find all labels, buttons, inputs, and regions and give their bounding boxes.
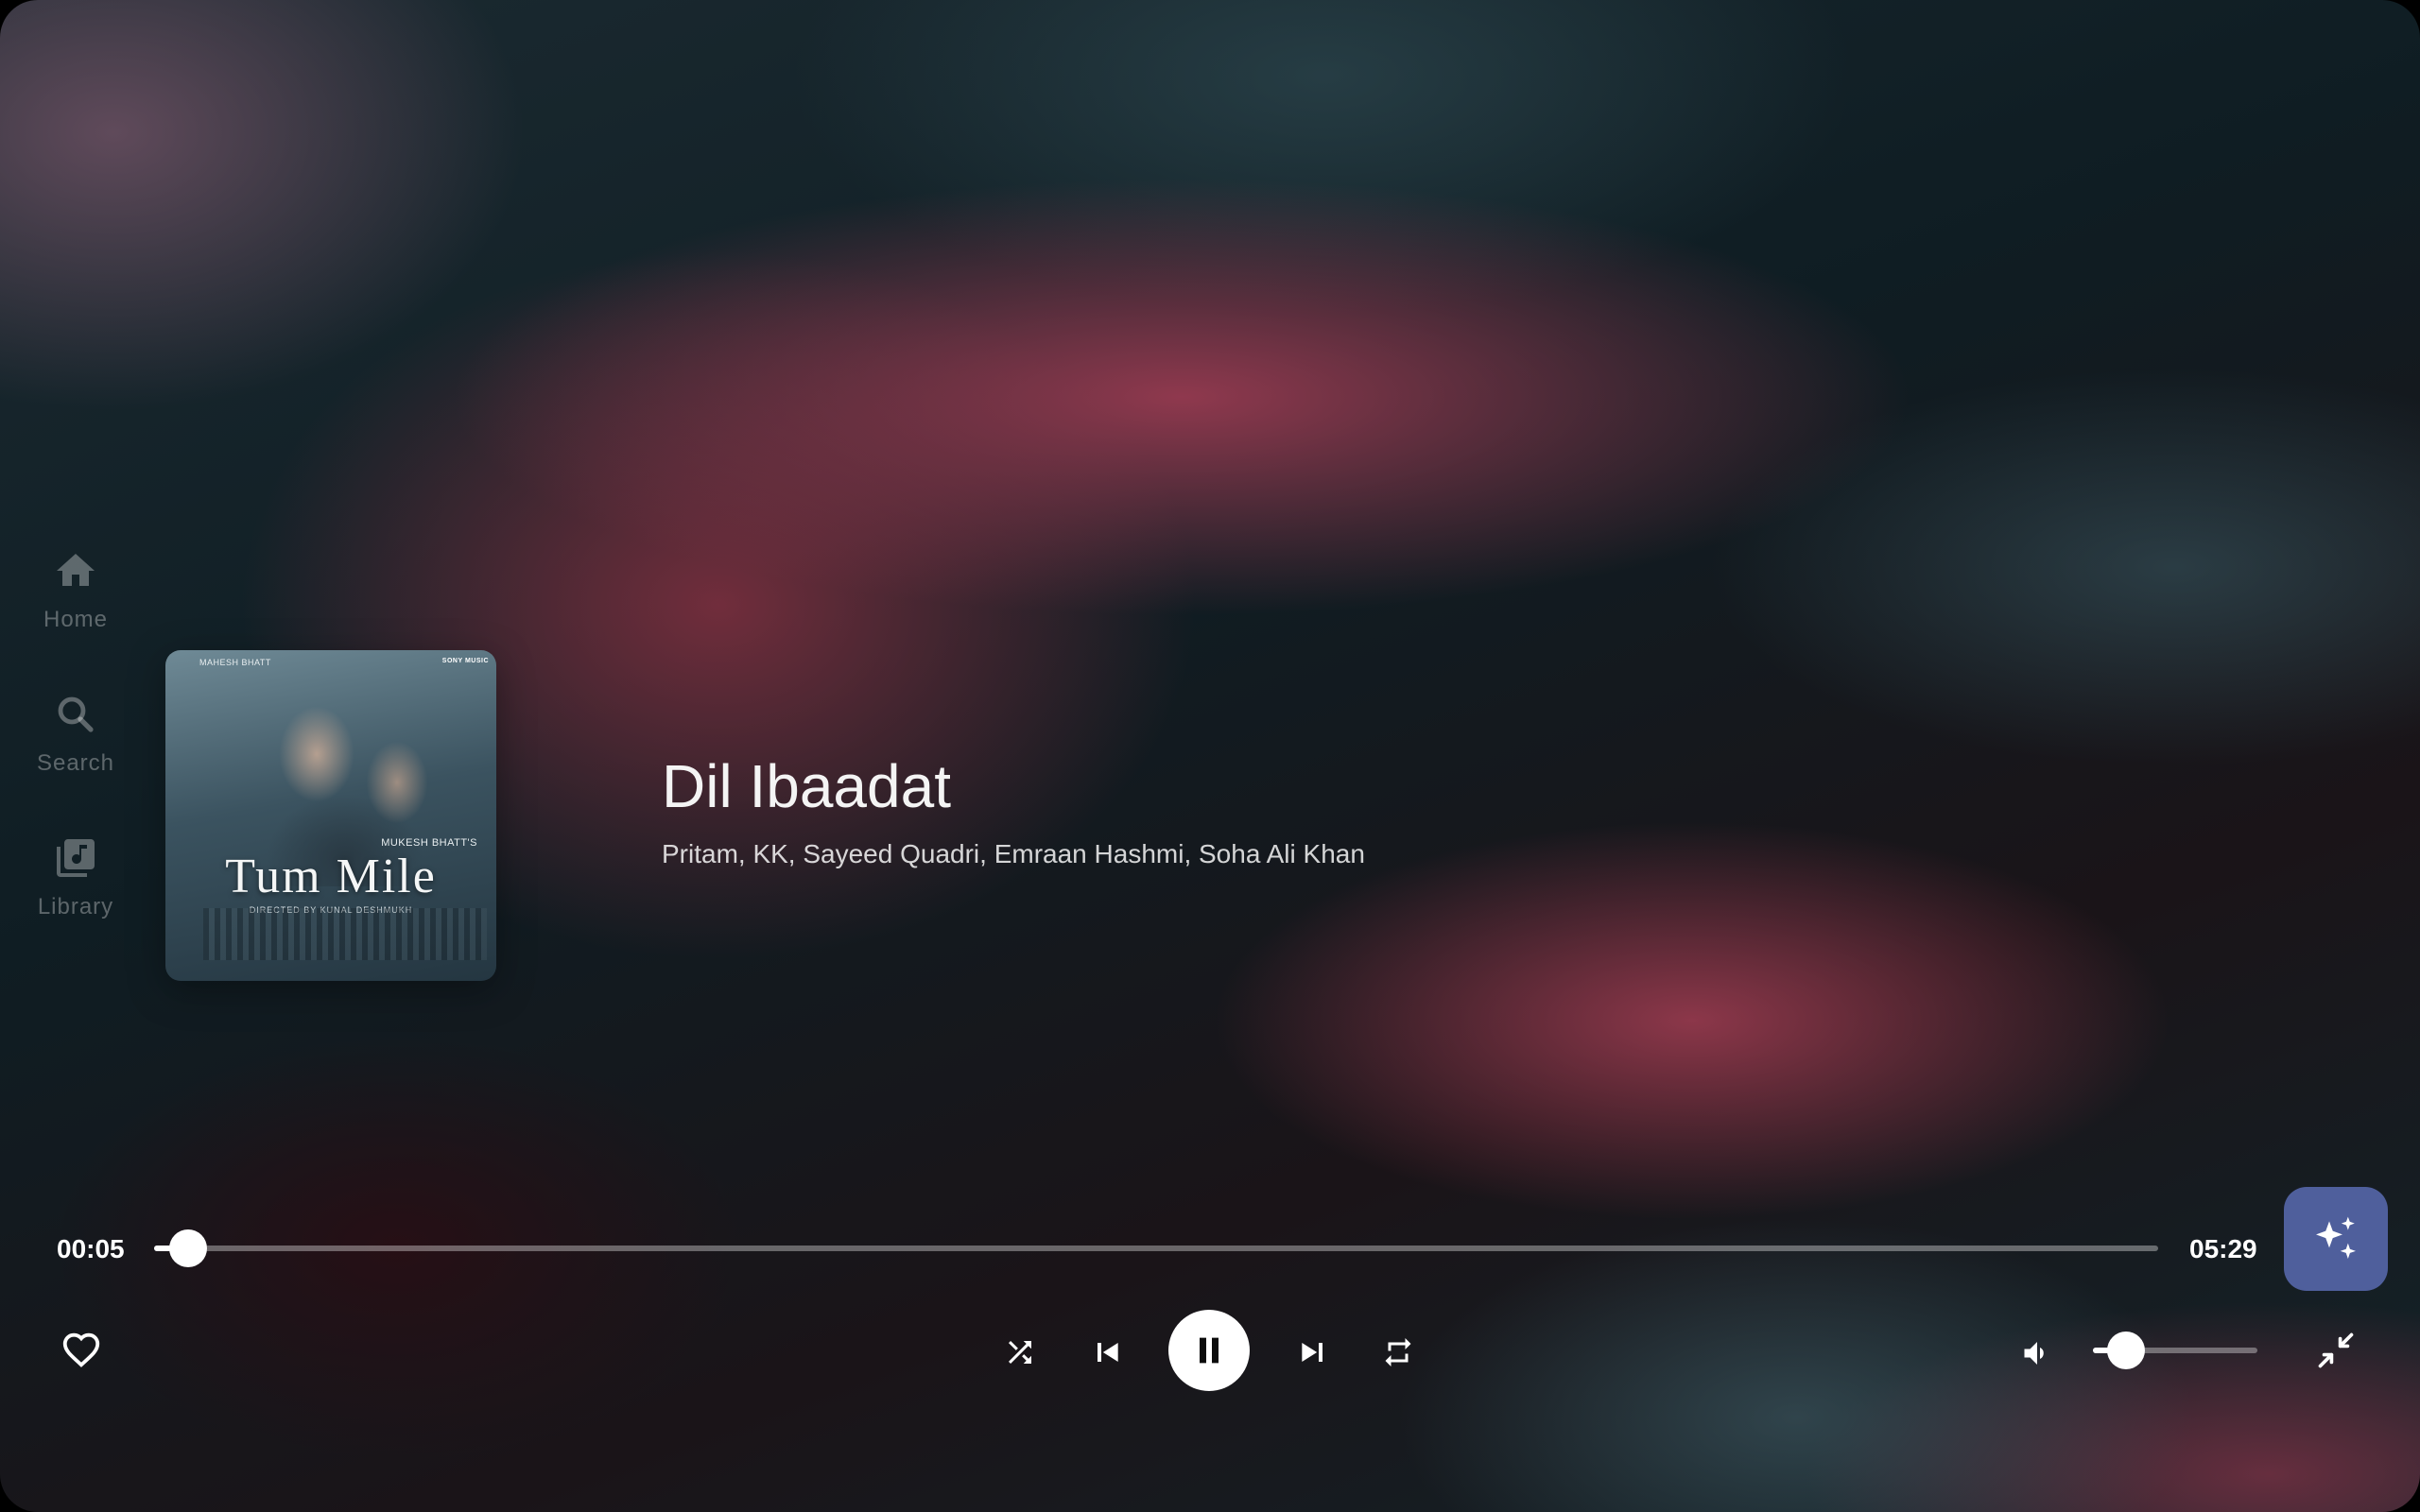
volume-slider-thumb[interactable] <box>2107 1332 2145 1369</box>
album-art: MAHESH BHATT SONY MUSIC MUKESH BHATT'S T… <box>165 650 496 981</box>
repeat-icon <box>1385 1338 1411 1366</box>
play-pause-button[interactable] <box>1168 1310 1250 1391</box>
ai-assistant-button[interactable] <box>2284 1187 2388 1291</box>
album-art-presenter: MUKESH BHATT'S <box>381 837 477 849</box>
volume-down-icon <box>2024 1342 2044 1365</box>
album-art-publisher: MAHESH BHATT <box>199 658 271 667</box>
album-art-label: SONY MUSIC <box>441 658 489 664</box>
home-icon <box>57 554 95 586</box>
mute-button[interactable] <box>2014 1332 2055 1374</box>
nav-item-search[interactable]: Search <box>0 682 151 805</box>
seek-bar-thumb[interactable] <box>169 1229 207 1267</box>
shuffle-button[interactable] <box>1000 1332 1040 1372</box>
track-artists: Pritam, KK, Sayeed Quadri, Emraan Hashmi… <box>662 839 1365 868</box>
exit-fullscreen-button[interactable] <box>2312 1327 2360 1374</box>
search-icon <box>58 696 94 732</box>
shuffle-icon <box>1009 1341 1031 1364</box>
volume-slider[interactable] <box>2093 1332 2257 1369</box>
nav-item-label: Search <box>36 750 115 776</box>
nav-item-home[interactable]: Home <box>0 539 151 662</box>
collapse-fullscreen-icon <box>2318 1332 2354 1368</box>
elapsed-time: 00:05 <box>57 1234 125 1263</box>
skip-next-icon <box>1302 1343 1322 1362</box>
pause-icon <box>1200 1337 1219 1364</box>
heart-outline-icon <box>62 1332 100 1367</box>
track-title: Dil Ibaadat <box>662 752 951 820</box>
album-art-title: Tum Mile <box>225 850 437 903</box>
album-art-cityscape <box>203 908 487 960</box>
skip-previous-icon <box>1098 1343 1118 1362</box>
seek-bar[interactable] <box>154 1229 2158 1267</box>
library-music-icon <box>57 839 95 877</box>
nav-item-label: Library <box>37 894 114 919</box>
nav-item-library[interactable]: Library <box>0 826 151 949</box>
previous-button[interactable] <box>1085 1331 1129 1374</box>
next-button[interactable] <box>1291 1331 1335 1374</box>
repeat-button[interactable] <box>1378 1332 1418 1372</box>
sparkles-icon <box>2316 1216 2356 1259</box>
player-window: Home Search Library MAHESH BHATT SONY MU… <box>0 0 2420 1512</box>
nav-item-label: Home <box>43 607 109 632</box>
like-button[interactable] <box>57 1325 106 1374</box>
total-time: 05:29 <box>2189 1234 2257 1263</box>
